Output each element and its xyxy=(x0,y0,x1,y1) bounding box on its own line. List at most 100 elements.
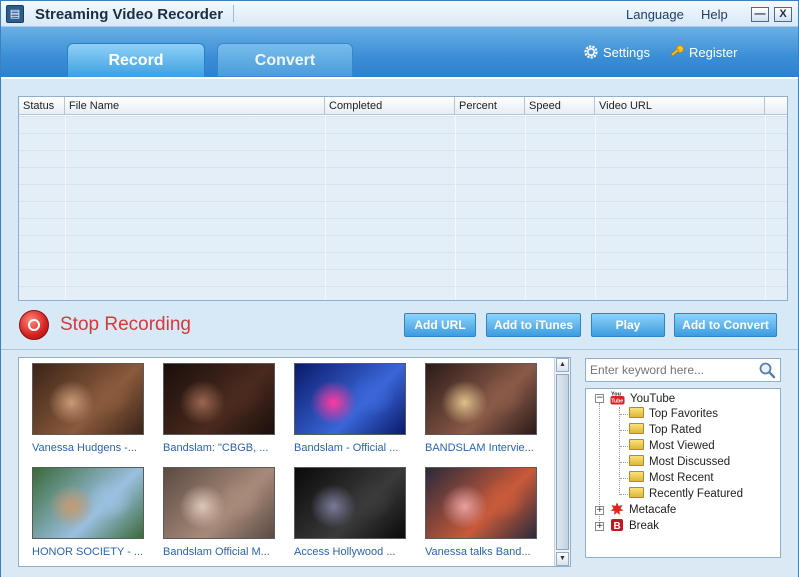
video-thumbnail-image[interactable] xyxy=(32,363,144,435)
svg-text:B: B xyxy=(614,521,621,532)
browse-panel: Vanessa Hudgens -... Bandslam: "CBGB, ...… xyxy=(1,349,798,577)
column-divider xyxy=(525,116,526,300)
recording-table[interactable]: Status File Name Completed Percent Speed… xyxy=(18,96,788,301)
video-title-link[interactable]: Bandslam: "CBGB, ... xyxy=(163,442,275,454)
video-title-link[interactable]: Vanessa talks Band... xyxy=(425,546,537,558)
tree-label-youtube: YouTube xyxy=(630,393,676,405)
minimize-button[interactable]: — xyxy=(751,7,769,22)
video-thumbnail-image[interactable] xyxy=(425,467,537,539)
keyword-search xyxy=(585,358,781,382)
svg-text:You: You xyxy=(611,392,621,398)
menu-help[interactable]: Help xyxy=(701,7,728,22)
tab-record[interactable]: Record xyxy=(67,43,205,77)
register-label: Register xyxy=(689,45,738,60)
video-thumbnail-card[interactable]: Vanessa Hudgens -... xyxy=(32,363,144,454)
thumbnail-scrollbar[interactable]: ▲ ▼ xyxy=(554,358,570,566)
video-title-link[interactable]: Bandslam - Official ... xyxy=(294,442,406,454)
video-thumbnail-card[interactable]: BANDSLAM Intervie... xyxy=(425,363,537,454)
tree-connector xyxy=(620,430,628,431)
app-title: Streaming Video Recorder xyxy=(35,6,224,23)
scroll-down-arrow[interactable]: ▼ xyxy=(556,552,569,566)
register-link[interactable]: Register xyxy=(669,44,737,60)
video-thumbnail-image[interactable] xyxy=(163,467,275,539)
column-divider xyxy=(65,116,66,300)
scroll-up-arrow[interactable]: ▲ xyxy=(556,358,569,372)
tree-item-break[interactable]: B Break xyxy=(610,518,659,534)
folder-icon xyxy=(629,439,644,450)
tree-item-youtube[interactable]: You Tube YouTube xyxy=(610,390,675,406)
video-thumbnail-card[interactable]: HONOR SOCIETY - ... xyxy=(32,467,144,558)
video-title-link[interactable]: BANDSLAM Intervie... xyxy=(425,442,537,454)
folder-icon xyxy=(629,487,644,498)
column-divider xyxy=(325,116,326,300)
record-panel: Status File Name Completed Percent Speed… xyxy=(1,77,798,577)
folder-icon xyxy=(629,455,644,466)
add-url-button[interactable]: Add URL xyxy=(404,313,476,337)
close-button[interactable]: X xyxy=(774,7,792,22)
folder-icon xyxy=(629,423,644,434)
tree-connector xyxy=(619,407,620,495)
metacafe-leaf-icon xyxy=(610,502,624,515)
record-stop-icon[interactable] xyxy=(19,310,49,340)
tree-item-most-viewed[interactable]: Most Viewed xyxy=(629,438,715,454)
video-title-link[interactable]: HONOR SOCIETY - ... xyxy=(32,546,144,558)
tree-item-most-discussed[interactable]: Most Discussed xyxy=(629,454,730,470)
title-bar: ▤ Streaming Video Recorder Language Help… xyxy=(1,1,798,27)
column-header-speed[interactable]: Speed xyxy=(525,97,595,115)
app-logo-icon: ▤ xyxy=(6,5,24,23)
video-thumbnail-card[interactable]: Access Hollywood ... xyxy=(294,467,406,558)
tree-label: Recently Featured xyxy=(649,488,743,500)
video-thumbnail-card[interactable]: Bandslam: "CBGB, ... xyxy=(163,363,275,454)
video-thumbnail-image[interactable] xyxy=(163,363,275,435)
video-thumbnail-card[interactable]: Bandslam Official M... xyxy=(163,467,275,558)
column-header-percent[interactable]: Percent xyxy=(455,97,525,115)
column-header-completed[interactable]: Completed xyxy=(325,97,455,115)
settings-label: Settings xyxy=(603,45,650,60)
tree-label: Top Favorites xyxy=(649,408,719,420)
tree-item-most-recent[interactable]: Most Recent xyxy=(629,470,714,486)
settings-link[interactable]: Settings xyxy=(583,44,650,60)
add-to-convert-button[interactable]: Add to Convert xyxy=(674,313,777,337)
tree-item-recently-featured[interactable]: Recently Featured xyxy=(629,486,743,502)
search-input[interactable] xyxy=(590,362,750,378)
video-thumbnail-card[interactable]: Bandslam - Official ... xyxy=(294,363,406,454)
site-category-tree: − You Tube YouTube Top Favorites Top Rat… xyxy=(585,388,781,558)
column-header-status[interactable]: Status xyxy=(19,97,65,115)
stop-recording-button[interactable]: Stop Recording xyxy=(60,314,191,336)
magnifier-icon[interactable] xyxy=(758,361,776,379)
video-thumbnail-image[interactable] xyxy=(425,363,537,435)
menu-language[interactable]: Language xyxy=(626,7,684,22)
key-icon xyxy=(670,44,685,57)
video-thumbnail-image[interactable] xyxy=(32,467,144,539)
header-bar: Record Convert Settings Register xyxy=(1,27,798,77)
tab-convert[interactable]: Convert xyxy=(217,43,353,77)
tree-connector xyxy=(620,494,628,495)
video-title-link[interactable]: Bandslam Official M... xyxy=(163,546,275,558)
svg-text:Tube: Tube xyxy=(611,398,623,404)
tree-item-top-favorites[interactable]: Top Favorites xyxy=(629,406,718,422)
title-divider xyxy=(233,5,234,22)
tree-item-metacafe[interactable]: Metacafe xyxy=(610,502,676,518)
column-header-file-name[interactable]: File Name xyxy=(65,97,325,115)
tree-item-top-rated[interactable]: Top Rated xyxy=(629,422,701,438)
tree-connector xyxy=(620,414,628,415)
scroll-thumb[interactable] xyxy=(556,374,569,550)
youtube-icon: You Tube xyxy=(610,392,625,405)
column-divider xyxy=(765,116,766,300)
tree-connector xyxy=(620,446,628,447)
tree-label: Most Recent xyxy=(649,472,714,484)
video-thumbnail-card[interactable]: Vanessa talks Band... xyxy=(425,467,537,558)
break-expand-toggle[interactable]: + xyxy=(595,522,604,531)
video-title-link[interactable]: Access Hollywood ... xyxy=(294,546,406,558)
action-bar: Stop Recording Add URL Add to iTunes Pla… xyxy=(11,305,791,347)
youtube-collapse-toggle[interactable]: − xyxy=(595,394,604,403)
play-button[interactable]: Play xyxy=(591,313,665,337)
metacafe-expand-toggle[interactable]: + xyxy=(595,506,604,515)
column-header-video-url[interactable]: Video URL xyxy=(595,97,765,115)
video-thumbnail-image[interactable] xyxy=(294,363,406,435)
video-thumbnail-image[interactable] xyxy=(294,467,406,539)
video-title-link[interactable]: Vanessa Hudgens -... xyxy=(32,442,144,454)
add-to-itunes-button[interactable]: Add to iTunes xyxy=(486,313,581,337)
table-header: Status File Name Completed Percent Speed… xyxy=(19,97,787,115)
gear-icon xyxy=(584,45,598,59)
